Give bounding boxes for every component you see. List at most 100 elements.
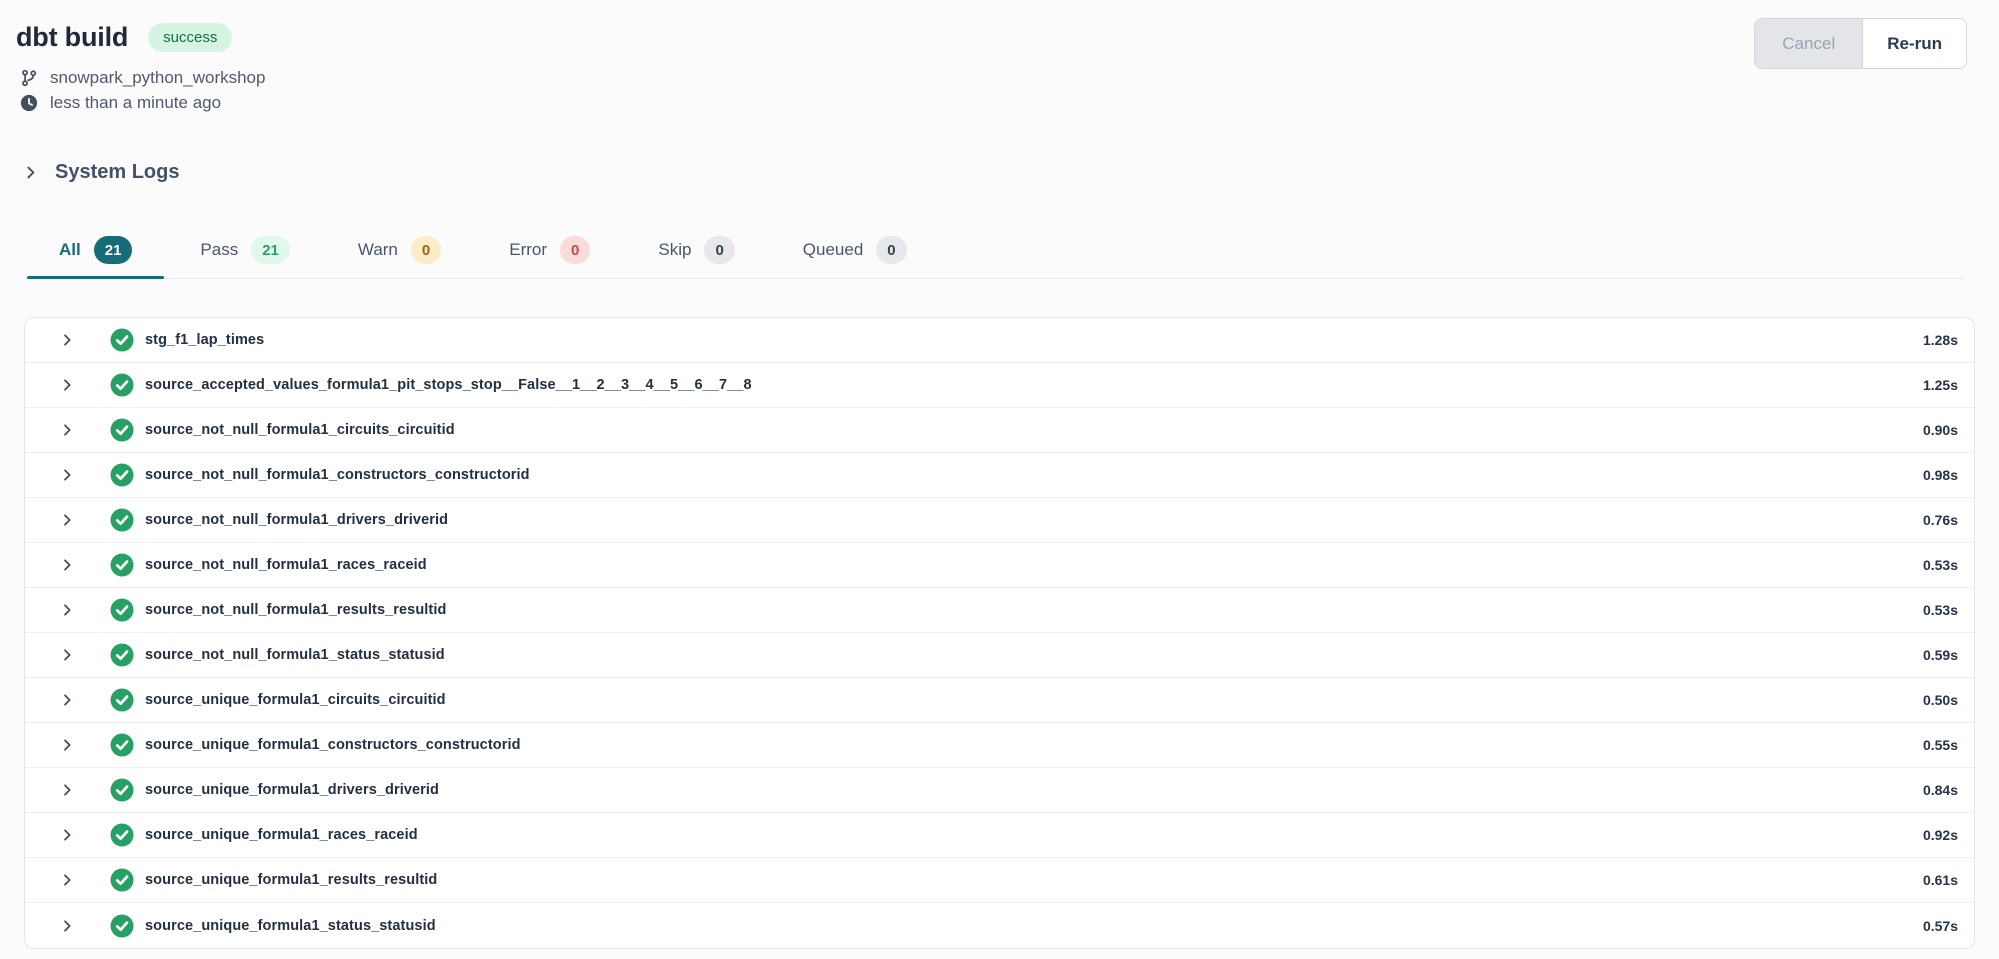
result-row[interactable]: source_unique_formula1_status_statusid 0…	[25, 903, 1974, 948]
branch-name: snowpark_python_workshop	[50, 68, 265, 88]
expand-chevron-icon[interactable]	[59, 692, 75, 708]
result-duration: 0.84s	[1923, 782, 1958, 798]
tab-skip[interactable]: Skip 0	[624, 226, 768, 278]
tab-label: Skip	[658, 240, 691, 260]
status-badge: success	[148, 23, 232, 52]
result-name: source_unique_formula1_drivers_driverid	[145, 782, 439, 798]
tab-error[interactable]: Error 0	[475, 226, 624, 278]
check-circle-icon	[109, 777, 135, 803]
result-name: source_not_null_formula1_constructors_co…	[145, 467, 530, 483]
result-duration: 0.50s	[1923, 692, 1958, 708]
run-header: dbt build success Cancel Re-run snowpark…	[0, 0, 1999, 115]
expand-chevron-icon[interactable]	[59, 782, 75, 798]
result-duration: 0.92s	[1923, 827, 1958, 843]
result-row[interactable]: source_not_null_formula1_status_statusid…	[25, 633, 1974, 678]
rerun-button[interactable]: Re-run	[1862, 19, 1966, 68]
result-duration: 0.53s	[1923, 602, 1958, 618]
check-circle-icon	[109, 327, 135, 353]
result-name: stg_f1_lap_times	[145, 332, 264, 348]
check-circle-icon	[109, 462, 135, 488]
tab-count-badge: 21	[94, 236, 133, 264]
tab-warn[interactable]: Warn 0	[324, 226, 475, 278]
result-duration: 0.90s	[1923, 422, 1958, 438]
results-tabbar: All 21 Pass 21 Warn 0 Error 0 Skip 0 Que…	[25, 226, 1964, 279]
tab-all[interactable]: All 21	[25, 226, 166, 278]
result-name: source_unique_formula1_circuits_circuiti…	[145, 692, 446, 708]
page-title: dbt build	[16, 22, 128, 53]
result-row[interactable]: source_not_null_formula1_circuits_circui…	[25, 408, 1974, 453]
expand-chevron-icon[interactable]	[59, 737, 75, 753]
result-duration: 0.61s	[1923, 872, 1958, 888]
check-circle-icon	[109, 372, 135, 398]
result-row[interactable]: source_not_null_formula1_races_raceid 0.…	[25, 543, 1974, 588]
result-row[interactable]: source_unique_formula1_races_raceid 0.92…	[25, 813, 1974, 858]
tab-label: Pass	[200, 240, 238, 260]
tab-count-badge: 0	[411, 236, 441, 264]
tab-label: Error	[509, 240, 547, 260]
expand-chevron-icon[interactable]	[59, 827, 75, 843]
expand-chevron-icon[interactable]	[59, 377, 75, 393]
tab-count-badge: 0	[560, 236, 590, 264]
tab-queued[interactable]: Queued 0	[769, 226, 941, 278]
tab-count-badge: 0	[876, 236, 906, 264]
result-row[interactable]: source_unique_formula1_constructors_cons…	[25, 723, 1974, 768]
expand-chevron-icon[interactable]	[59, 872, 75, 888]
result-name: source_not_null_formula1_results_resulti…	[145, 602, 446, 618]
expand-chevron-icon[interactable]	[59, 332, 75, 348]
result-name: source_not_null_formula1_races_raceid	[145, 557, 427, 573]
result-row[interactable]: source_accepted_values_formula1_pit_stop…	[25, 363, 1974, 408]
check-circle-icon	[109, 867, 135, 893]
expand-chevron-icon[interactable]	[59, 602, 75, 618]
tab-count-badge: 21	[251, 236, 290, 264]
result-name: source_unique_formula1_results_resultid	[145, 872, 437, 888]
expand-chevron-icon[interactable]	[59, 557, 75, 573]
result-row[interactable]: source_not_null_formula1_constructors_co…	[25, 453, 1974, 498]
result-duration: 0.57s	[1923, 918, 1958, 934]
tabs: All 21 Pass 21 Warn 0 Error 0 Skip 0 Que…	[25, 226, 1964, 278]
system-logs-toggle[interactable]: System Logs	[22, 161, 179, 184]
result-duration: 1.28s	[1923, 332, 1958, 348]
tab-pass[interactable]: Pass 21	[166, 226, 323, 278]
run-actions: Cancel Re-run	[1754, 18, 1967, 69]
check-circle-icon	[109, 597, 135, 623]
result-row[interactable]: source_not_null_formula1_drivers_driveri…	[25, 498, 1974, 543]
check-circle-icon	[109, 417, 135, 443]
chevron-right-icon	[22, 164, 39, 181]
result-duration: 0.55s	[1923, 737, 1958, 753]
tab-count-badge: 0	[704, 236, 734, 264]
result-name: source_unique_formula1_constructors_cons…	[145, 737, 521, 753]
time-ago: less than a minute ago	[50, 93, 221, 113]
expand-chevron-icon[interactable]	[59, 647, 75, 663]
tab-label: Queued	[803, 240, 864, 260]
time-row: less than a minute ago	[20, 90, 1967, 115]
expand-chevron-icon[interactable]	[59, 467, 75, 483]
expand-chevron-icon[interactable]	[59, 512, 75, 528]
result-duration: 0.59s	[1923, 647, 1958, 663]
check-circle-icon	[109, 552, 135, 578]
result-name: source_accepted_values_formula1_pit_stop…	[145, 377, 752, 393]
check-circle-icon	[109, 507, 135, 533]
result-row[interactable]: source_unique_formula1_results_resultid …	[25, 858, 1974, 903]
result-name: source_unique_formula1_races_raceid	[145, 827, 418, 843]
check-circle-icon	[109, 822, 135, 848]
expand-chevron-icon[interactable]	[59, 422, 75, 438]
check-circle-icon	[109, 732, 135, 758]
expand-chevron-icon[interactable]	[59, 918, 75, 934]
cancel-button[interactable]: Cancel	[1755, 19, 1862, 68]
result-name: source_not_null_formula1_drivers_driveri…	[145, 512, 448, 528]
result-row[interactable]: source_unique_formula1_circuits_circuiti…	[25, 678, 1974, 723]
result-duration: 0.76s	[1923, 512, 1958, 528]
tab-label: Warn	[358, 240, 398, 260]
result-duration: 1.25s	[1923, 377, 1958, 393]
check-circle-icon	[109, 642, 135, 668]
result-name: source_unique_formula1_status_statusid	[145, 918, 436, 934]
result-row[interactable]: source_unique_formula1_drivers_driverid …	[25, 768, 1974, 813]
result-row[interactable]: stg_f1_lap_times 1.28s	[25, 318, 1974, 363]
branch-row: snowpark_python_workshop	[20, 65, 1967, 90]
system-logs-label: System Logs	[55, 161, 179, 184]
result-name: source_not_null_formula1_circuits_circui…	[145, 422, 455, 438]
result-row[interactable]: source_not_null_formula1_results_resulti…	[25, 588, 1974, 633]
result-name: source_not_null_formula1_status_statusid	[145, 647, 445, 663]
git-branch-icon	[20, 69, 38, 87]
clock-icon	[20, 94, 38, 112]
